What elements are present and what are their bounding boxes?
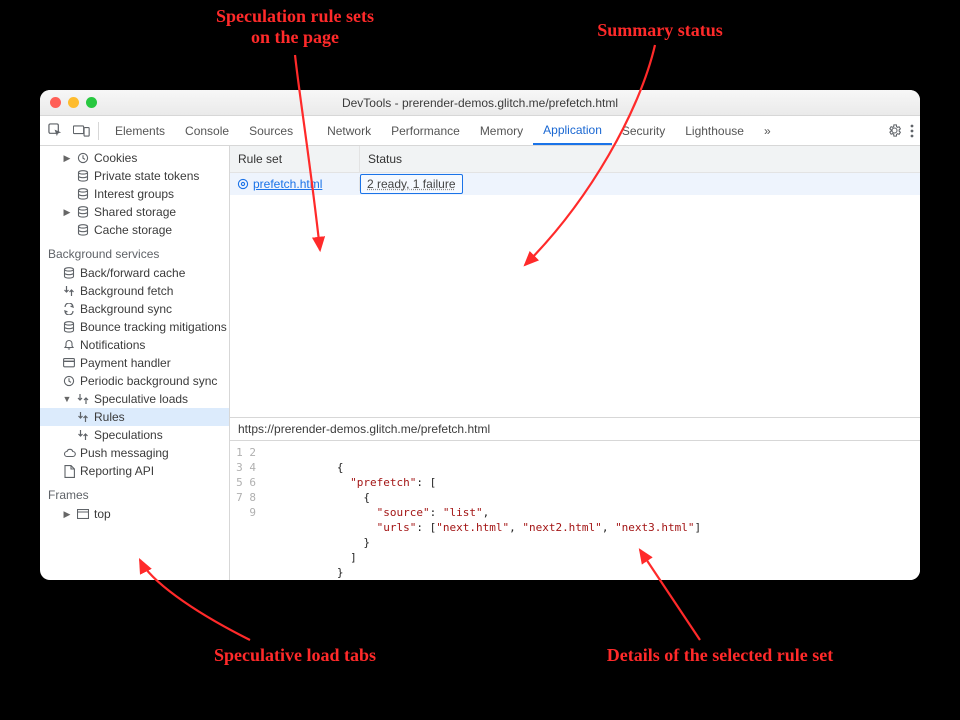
rules-panel: Rule set Status prefetch.html 2 ready, 1… bbox=[230, 146, 920, 580]
sidebar-item-background-fetch[interactable]: Background fetch bbox=[40, 282, 229, 300]
close-window-icon[interactable] bbox=[50, 97, 61, 108]
tab-lighthouse[interactable]: Lighthouse bbox=[675, 116, 754, 145]
sidebar-heading-frames: Frames bbox=[40, 480, 229, 505]
sidebar-item-shared-storage[interactable]: ▶ Shared storage bbox=[40, 203, 229, 221]
sidebar-item-cache-storage[interactable]: Cache storage bbox=[40, 221, 229, 239]
sidebar-item-label: Background fetch bbox=[80, 284, 173, 298]
sidebar-item-label: top bbox=[94, 507, 111, 521]
status-summary[interactable]: 2 ready, 1 failure bbox=[360, 174, 463, 194]
tab-network[interactable]: Network bbox=[317, 116, 381, 145]
tab-application[interactable]: Application bbox=[533, 116, 612, 145]
rule-source-pane[interactable]: 1 2 3 4 5 6 7 8 9 { "prefetch": [ { "sou… bbox=[230, 440, 920, 580]
code-content: { "prefetch": [ { "source": "list", "url… bbox=[264, 441, 701, 580]
db-icon bbox=[76, 205, 90, 219]
kebab-menu-icon[interactable] bbox=[910, 124, 914, 138]
tab-memory[interactable]: Memory bbox=[470, 116, 533, 145]
sidebar-item-label: Interest groups bbox=[94, 187, 174, 201]
sidebar-item-rules[interactable]: Rules bbox=[40, 408, 229, 426]
sidebar-item-back-forward-cache[interactable]: Back/forward cache bbox=[40, 264, 229, 282]
inspect-element-icon[interactable] bbox=[42, 116, 68, 146]
rules-table-header: Rule set Status bbox=[230, 146, 920, 173]
arrows-icon bbox=[76, 392, 90, 406]
sidebar-item-label: Speculative loads bbox=[94, 392, 188, 406]
clock-icon bbox=[76, 151, 90, 165]
doc-icon bbox=[62, 464, 76, 478]
sidebar-item-cookies[interactable]: ▶ Cookies bbox=[40, 149, 229, 167]
caret-down-icon: ▼ bbox=[62, 394, 72, 404]
sidebar-item-label: Cache storage bbox=[94, 223, 172, 237]
sidebar-item-label: Bounce tracking mitigations bbox=[80, 320, 227, 334]
tabs-overflow-button[interactable]: » bbox=[754, 116, 781, 145]
titlebar: DevTools - prerender-demos.glitch.me/pre… bbox=[40, 90, 920, 116]
rule-set-link[interactable]: prefetch.html bbox=[253, 177, 322, 191]
sync-icon bbox=[62, 302, 76, 316]
annotation-summary-status: Summary status bbox=[560, 20, 760, 41]
db-icon bbox=[76, 223, 90, 237]
target-icon bbox=[236, 177, 250, 191]
sidebar-item-label: Back/forward cache bbox=[80, 266, 185, 280]
zoom-window-icon[interactable] bbox=[86, 97, 97, 108]
tab-sources[interactable]: Sources bbox=[239, 116, 303, 145]
sidebar-item-label: Speculations bbox=[94, 428, 163, 442]
window-icon bbox=[76, 507, 90, 521]
sidebar-item-label: Rules bbox=[94, 410, 125, 424]
column-header-status[interactable]: Status bbox=[360, 146, 920, 172]
tab-elements[interactable]: Elements bbox=[105, 116, 175, 145]
sidebar-item-interest-groups[interactable]: Interest groups bbox=[40, 185, 229, 203]
sidebar-item-payment-handler[interactable]: Payment handler bbox=[40, 354, 229, 372]
tab-security[interactable]: Security bbox=[612, 116, 675, 145]
card-icon bbox=[62, 356, 76, 370]
bell-icon bbox=[62, 338, 76, 352]
sidebar-item-label: Background sync bbox=[80, 302, 172, 316]
sidebar-item-bounce-tracking[interactable]: Bounce tracking mitigations bbox=[40, 318, 229, 336]
sidebar-item-label: Cookies bbox=[94, 151, 137, 165]
arrows-icon bbox=[62, 284, 76, 298]
sidebar-item-notifications[interactable]: Notifications bbox=[40, 336, 229, 354]
sidebar-item-private-state-tokens[interactable]: Private state tokens bbox=[40, 167, 229, 185]
clock-icon bbox=[62, 374, 76, 388]
caret-right-icon: ▶ bbox=[62, 509, 72, 520]
window-title: DevTools - prerender-demos.glitch.me/pre… bbox=[40, 96, 920, 110]
cloud-icon bbox=[62, 446, 76, 460]
sidebar-item-label: Payment handler bbox=[80, 356, 171, 370]
minimize-window-icon[interactable] bbox=[68, 97, 79, 108]
sidebar-item-speculations[interactable]: Speculations bbox=[40, 426, 229, 444]
sidebar-item-push-messaging[interactable]: Push messaging bbox=[40, 444, 229, 462]
sidebar-item-periodic-sync[interactable]: Periodic background sync bbox=[40, 372, 229, 390]
line-gutter: 1 2 3 4 5 6 7 8 9 bbox=[230, 441, 264, 580]
caret-right-icon: ▶ bbox=[62, 207, 72, 218]
db-icon bbox=[62, 266, 76, 280]
devtools-tabbar: ElementsConsoleSources NetworkPerformance… bbox=[40, 116, 920, 146]
sidebar-item-frame-top[interactable]: ▶ top bbox=[40, 505, 229, 523]
sidebar-item-label: Periodic background sync bbox=[80, 374, 217, 388]
settings-icon[interactable] bbox=[887, 123, 902, 138]
application-sidebar: ▶ Cookies Private state tokens Interest gro… bbox=[40, 146, 230, 580]
tab-console[interactable]: Console bbox=[175, 116, 239, 145]
annotation-rule-sets: Speculation rule sets on the page bbox=[180, 6, 410, 47]
db-icon bbox=[62, 320, 76, 334]
table-row[interactable]: prefetch.html 2 ready, 1 failure bbox=[230, 173, 920, 195]
tab-performance[interactable]: Performance bbox=[381, 116, 470, 145]
caret-right-icon: ▶ bbox=[62, 153, 72, 164]
sidebar-item-label: Notifications bbox=[80, 338, 145, 352]
sidebar-item-label: Push messaging bbox=[80, 446, 169, 460]
devtools-window: DevTools - prerender-demos.glitch.me/pre… bbox=[40, 90, 920, 580]
db-icon bbox=[76, 187, 90, 201]
annotation-spec-tabs: Speculative load tabs bbox=[170, 645, 420, 666]
db-icon bbox=[76, 169, 90, 183]
sidebar-heading-background-services: Background services bbox=[40, 239, 229, 264]
annotation-details: Details of the selected rule set bbox=[550, 645, 890, 666]
arrows-icon bbox=[76, 428, 90, 442]
sidebar-item-label: Private state tokens bbox=[94, 169, 199, 183]
sidebar-item-background-sync[interactable]: Background sync bbox=[40, 300, 229, 318]
sidebar-item-reporting-api[interactable]: Reporting API bbox=[40, 462, 229, 480]
sidebar-item-label: Reporting API bbox=[80, 464, 154, 478]
window-controls bbox=[50, 97, 97, 108]
device-toolbar-icon[interactable] bbox=[68, 116, 94, 146]
detail-url: https://prerender-demos.glitch.me/prefet… bbox=[230, 417, 920, 440]
column-header-rule-set[interactable]: Rule set bbox=[230, 146, 360, 172]
sidebar-item-speculative-loads[interactable]: ▼ Speculative loads bbox=[40, 390, 229, 408]
sidebar-item-label: Shared storage bbox=[94, 205, 176, 219]
arrows-icon bbox=[76, 410, 90, 424]
